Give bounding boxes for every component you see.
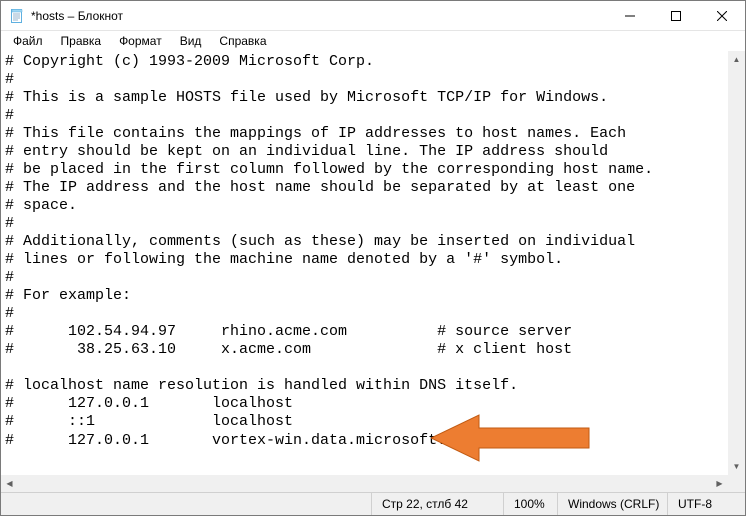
- menu-view[interactable]: Вид: [172, 33, 210, 49]
- editor-area: # Copyright (c) 1993-2009 Microsoft Corp…: [1, 51, 745, 492]
- status-cursor-position: Стр 22, стлб 42: [371, 493, 503, 515]
- statusbar: Стр 22, стлб 42 100% Windows (CRLF) UTF-…: [1, 492, 745, 515]
- menubar: Файл Правка Формат Вид Справка: [1, 31, 745, 51]
- status-spacer: [1, 493, 371, 515]
- maximize-button[interactable]: [653, 1, 699, 31]
- scroll-up-icon[interactable]: ▲: [728, 51, 745, 68]
- menu-file[interactable]: Файл: [5, 33, 51, 49]
- vertical-scrollbar[interactable]: ▲ ▼: [728, 51, 745, 475]
- scroll-track-vertical[interactable]: [728, 68, 745, 458]
- window-title: *hosts – Блокнот: [31, 9, 123, 23]
- close-button[interactable]: [699, 1, 745, 31]
- menu-format[interactable]: Формат: [111, 33, 170, 49]
- minimize-button[interactable]: [607, 1, 653, 31]
- status-line-ending: Windows (CRLF): [557, 493, 667, 515]
- window: *hosts – Блокнот Файл Правка Формат Вид …: [0, 0, 746, 516]
- scroll-down-icon[interactable]: ▼: [728, 458, 745, 475]
- scroll-right-icon[interactable]: ▶: [711, 475, 728, 492]
- menu-edit[interactable]: Правка: [53, 33, 110, 49]
- status-encoding: UTF-8: [667, 493, 745, 515]
- notepad-icon: [9, 8, 25, 24]
- horizontal-scrollbar[interactable]: ◀ ▶: [1, 475, 728, 492]
- scroll-left-icon[interactable]: ◀: [1, 475, 18, 492]
- text-editor[interactable]: # Copyright (c) 1993-2009 Microsoft Corp…: [1, 51, 728, 475]
- titlebar[interactable]: *hosts – Блокнот: [1, 1, 745, 31]
- scroll-corner: [728, 475, 745, 492]
- scroll-track-horizontal[interactable]: [18, 475, 711, 492]
- menu-help[interactable]: Справка: [211, 33, 274, 49]
- status-zoom: 100%: [503, 493, 557, 515]
